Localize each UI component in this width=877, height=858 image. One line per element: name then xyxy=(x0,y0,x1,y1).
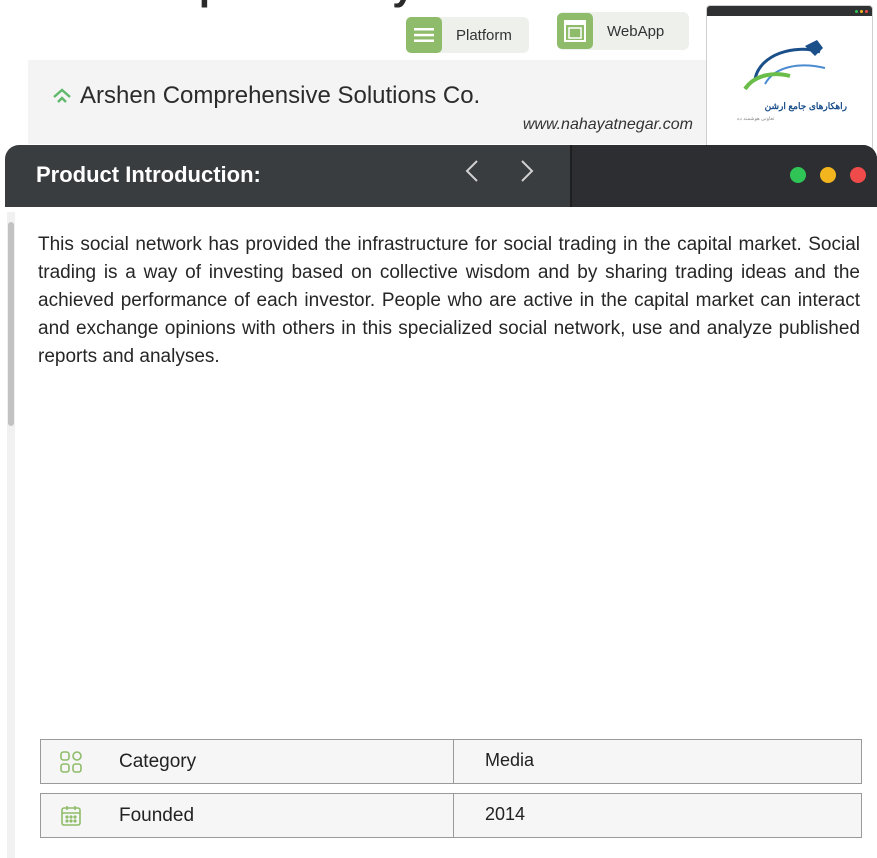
scrollbar-thumb[interactable] xyxy=(8,222,14,426)
category-value: Media xyxy=(453,740,861,783)
section-header: Product Introduction: xyxy=(5,145,877,207)
product-description: This social network has provided the inf… xyxy=(38,234,860,367)
menu-icon xyxy=(406,17,442,53)
company-url[interactable]: www.nahayatnegar.com xyxy=(523,116,693,134)
preview-logo-subtext: تعاونی هوشمند ده xyxy=(737,116,775,122)
section-title: Product Introduction: xyxy=(36,162,261,187)
info-row-category: Category Media xyxy=(40,739,862,784)
home-icon xyxy=(53,88,71,103)
platform-label: Platform xyxy=(456,26,512,44)
yellow-dot-icon[interactable] xyxy=(820,167,836,183)
info-label-cell: Category xyxy=(41,740,453,783)
page-title: Complete Study xyxy=(110,0,414,8)
app-preview-thumbnail[interactable]: راهکارهای جامع ارشن تعاونی هوشمند ده xyxy=(706,5,873,155)
preview-logo-text: راهکارهای جامع ارشن xyxy=(764,101,847,111)
webapp-chip[interactable]: WebApp xyxy=(557,12,689,50)
company-name: Arshen Comprehensive Solutions Co. xyxy=(52,82,480,110)
window-icon xyxy=(557,13,593,49)
founded-value: 2014 xyxy=(453,794,861,837)
company-name-text: Arshen Comprehensive Solutions Co. xyxy=(80,82,481,109)
red-dot-icon[interactable] xyxy=(850,167,866,183)
info-row-founded: Founded 2014 xyxy=(40,793,862,838)
window-controls-area xyxy=(570,145,877,207)
horse-logo-icon xyxy=(743,40,826,91)
grid-icon xyxy=(59,750,85,774)
green-dot-icon[interactable] xyxy=(790,167,806,183)
webapp-label: WebApp xyxy=(607,22,665,40)
next-arrow-button[interactable] xyxy=(520,159,534,191)
preview-titlebar xyxy=(707,6,872,16)
category-label: Category xyxy=(119,750,197,772)
platform-chip[interactable]: Platform xyxy=(406,17,529,53)
prev-arrow-button[interactable] xyxy=(465,159,479,191)
info-label-cell: Founded xyxy=(41,794,453,837)
founded-label: Founded xyxy=(119,804,195,826)
calendar-icon xyxy=(59,804,85,828)
